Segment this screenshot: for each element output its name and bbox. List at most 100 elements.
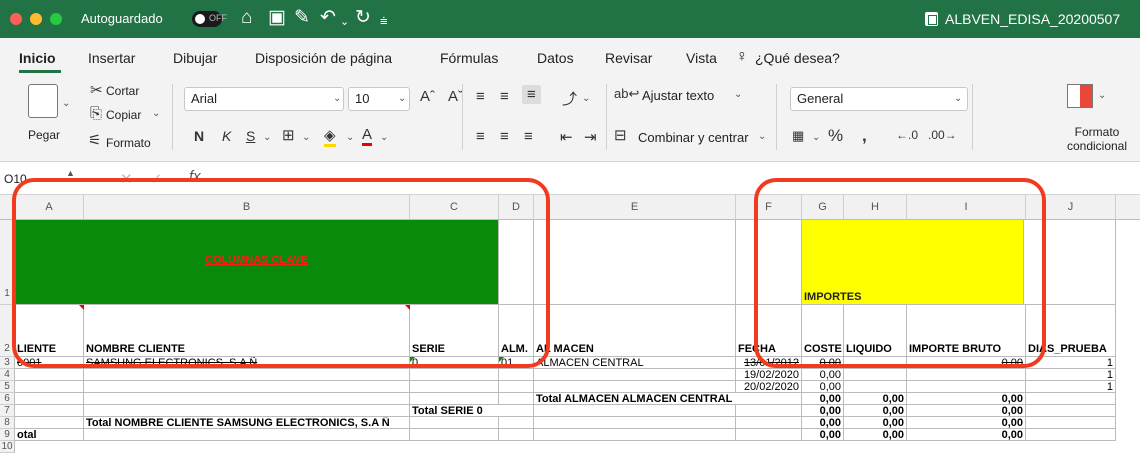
format-painter-button[interactable]: Formato — [106, 136, 151, 150]
copy-dropdown-icon[interactable]: ⌄ — [152, 108, 160, 119]
wrap-dropdown-icon[interactable]: ⌄ — [734, 89, 742, 100]
cell-h4[interactable] — [844, 369, 907, 381]
cell-c9[interactable] — [410, 429, 499, 441]
column-header-e[interactable]: E — [534, 195, 736, 220]
wrap-text-icon[interactable]: ab↩ — [614, 86, 639, 102]
align-center-icon[interactable]: ≡ — [500, 128, 509, 145]
align-middle-icon[interactable]: ≡ — [500, 88, 509, 105]
cell-g5[interactable]: 0,00 — [802, 381, 844, 393]
cell-a8[interactable] — [15, 417, 84, 429]
cell-f9[interactable] — [736, 429, 802, 441]
home-icon[interactable]: ⌂ — [241, 7, 252, 29]
wrap-text-button[interactable]: Ajustar texto — [642, 88, 714, 103]
align-top-icon[interactable]: ≡ — [476, 88, 485, 105]
cell-i6[interactable]: 0,00 — [907, 393, 1026, 405]
column-header-k[interactable] — [1116, 195, 1140, 220]
autosave-toggle[interactable]: OFF — [192, 11, 227, 27]
tab-vista[interactable]: Vista — [686, 50, 717, 66]
cell-j9[interactable] — [1026, 429, 1116, 441]
decrease-font-icon[interactable]: Aˇ — [448, 88, 463, 105]
fill-color-icon[interactable]: ◈ — [324, 126, 336, 147]
redo-icon[interactable]: ↻ — [355, 7, 371, 29]
cell-g8[interactable]: 0,00 — [802, 417, 844, 429]
cell-j8[interactable] — [1026, 417, 1116, 429]
tab-inicio[interactable]: Inicio — [19, 50, 56, 66]
close-window-button[interactable] — [10, 13, 22, 25]
merge-center-button[interactable]: Combinar y centrar — [638, 130, 749, 145]
cell-d4[interactable] — [499, 369, 534, 381]
tab-formulas[interactable]: Fórmulas — [440, 50, 498, 66]
increase-indent-icon[interactable]: ⇥ — [584, 128, 597, 146]
increase-decimal-icon[interactable]: ←.0 — [896, 128, 918, 142]
cell-i8[interactable]: 0,00 — [907, 417, 1026, 429]
cell-e7[interactable] — [534, 405, 736, 417]
cell-b4[interactable] — [84, 369, 410, 381]
cell-d6[interactable] — [499, 393, 534, 405]
tell-me-search[interactable]: ¿Qué desea? — [755, 50, 840, 66]
merge-dropdown-icon[interactable]: ⌄ — [758, 131, 766, 142]
cell-a6[interactable] — [15, 393, 84, 405]
row-header-3[interactable]: 3 — [0, 357, 15, 369]
row-header-6[interactable]: 6 — [0, 393, 15, 405]
cell-c8[interactable] — [410, 417, 499, 429]
row-header-10[interactable]: 10 — [0, 441, 15, 453]
cell-d5[interactable] — [499, 381, 534, 393]
cell-b5[interactable] — [84, 381, 410, 393]
cell-i5[interactable] — [907, 381, 1026, 393]
cell-h6[interactable]: 0,00 — [844, 393, 907, 405]
cell-c5[interactable] — [410, 381, 499, 393]
cell-j6[interactable] — [1026, 393, 1116, 405]
borders-dropdown-icon[interactable]: ⌄ — [302, 132, 310, 143]
cell-e4[interactable] — [534, 369, 736, 381]
underline-button[interactable]: S — [246, 128, 255, 144]
cell-e3[interactable]: ALMACEN CENTRAL — [534, 357, 736, 369]
cell-i9[interactable]: 0,00 — [907, 429, 1026, 441]
font-color-dropdown-icon[interactable]: ⌄ — [380, 132, 388, 143]
cell-h9[interactable]: 0,00 — [844, 429, 907, 441]
cell-b9[interactable] — [84, 429, 410, 441]
tab-revisar[interactable]: Revisar — [605, 50, 652, 66]
total-almacen-label[interactable]: Total ALMACEN ALMACEN CENTRAL — [534, 393, 802, 405]
tab-dibujar[interactable]: Dibujar — [173, 50, 217, 66]
format-painter-icon[interactable]: ⚟ — [88, 131, 101, 149]
cell-f4[interactable]: 19/02/2020 — [736, 369, 802, 381]
conditional-format-button[interactable]: Formato condicional — [1062, 125, 1132, 153]
paste-icon[interactable] — [28, 84, 58, 118]
cell-h8[interactable]: 0,00 — [844, 417, 907, 429]
cell-a4[interactable] — [15, 369, 84, 381]
cell-e1[interactable] — [534, 220, 736, 305]
fill-dropdown-icon[interactable]: ⌄ — [346, 132, 354, 143]
copy-button[interactable]: Copiar — [106, 108, 141, 122]
cell-e8[interactable] — [534, 417, 736, 429]
number-format-select[interactable]: General — [790, 87, 968, 111]
edit-icon[interactable]: ✎ — [294, 7, 310, 29]
cell-g7[interactable]: 0,00 — [802, 405, 844, 417]
cell-h5[interactable] — [844, 381, 907, 393]
undo-dropdown-icon[interactable]: ⌄ — [340, 11, 349, 33]
save-icon[interactable]: ▣ — [268, 7, 286, 29]
row-header-9[interactable]: 9 — [0, 429, 15, 441]
orientation-icon[interactable]: ⤴ — [562, 88, 577, 109]
tab-datos[interactable]: Datos — [537, 50, 574, 66]
conditional-format-dropdown-icon[interactable]: ⌄ — [1098, 90, 1106, 101]
zoom-window-button[interactable] — [50, 13, 62, 25]
customize-toolbar-icon[interactable]: ⩧ — [380, 10, 388, 32]
cell-f8[interactable] — [736, 417, 802, 429]
cell-b6[interactable] — [84, 393, 410, 405]
align-left-icon[interactable]: ≡ — [476, 128, 485, 145]
cell-h7[interactable]: 0,00 — [844, 405, 907, 417]
cell-d9[interactable] — [499, 429, 534, 441]
align-right-icon[interactable]: ≡ — [524, 128, 533, 145]
underline-dropdown-icon[interactable]: ⌄ — [263, 132, 271, 143]
row-header-5[interactable]: 5 — [0, 381, 15, 393]
cell-d8[interactable] — [499, 417, 534, 429]
borders-icon[interactable]: ⊞ — [282, 126, 295, 144]
total-serie-label[interactable]: Total SERIE 0 — [410, 405, 534, 417]
cell-f7[interactable] — [736, 405, 802, 417]
scissors-icon[interactable]: ✂ — [90, 81, 103, 99]
cell-f5[interactable]: 20/02/2020 — [736, 381, 802, 393]
thousands-icon[interactable]: , — [862, 126, 867, 146]
header-almacen[interactable]: AL MACEN — [534, 305, 736, 357]
minimize-window-button[interactable] — [30, 13, 42, 25]
cell-g6[interactable]: 0,00 — [802, 393, 844, 405]
